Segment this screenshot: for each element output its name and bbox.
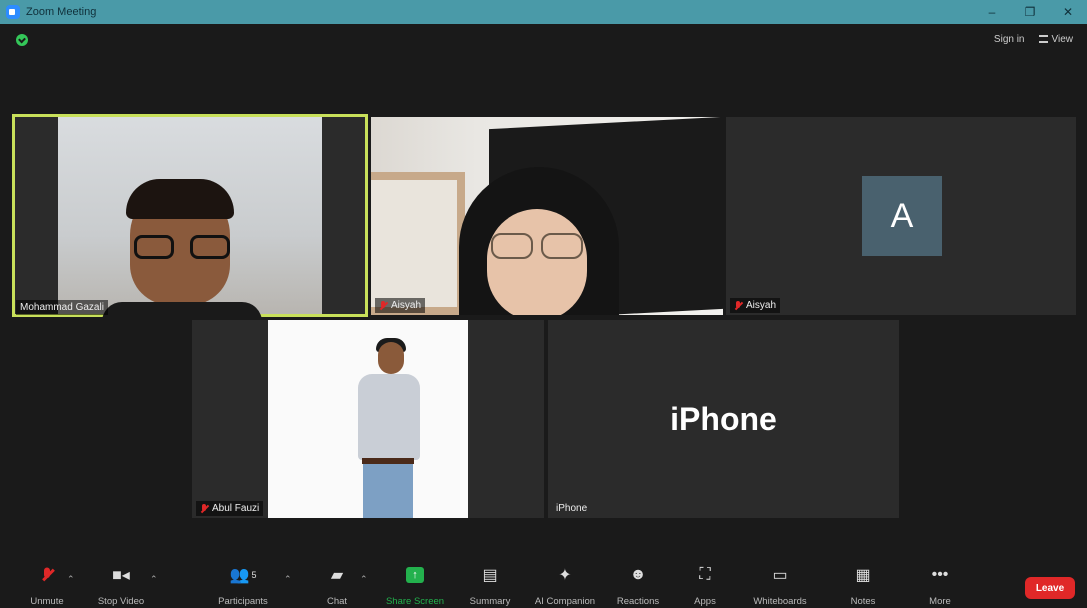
participant-name: Abul Fauzi: [212, 503, 260, 514]
video-tile-iphone[interactable]: iPhone iPhone: [548, 320, 899, 518]
participants-icon: 👥 5: [229, 567, 257, 584]
chat-bubble-icon: ▰: [330, 567, 344, 584]
sparkle-icon: ✦: [558, 567, 572, 584]
share-screen-label: Share Screen: [385, 596, 445, 607]
restore-button[interactable]: ❐: [1011, 0, 1049, 24]
chat-label: Chat: [326, 596, 348, 607]
meeting-toolbar: Unmute ⌃ ■◂ Stop Video ⌃ 👥 5 Participants…: [0, 560, 1087, 608]
share-screen-icon: ↑: [406, 567, 424, 583]
whiteboards-button[interactable]: ▭ Whiteboards: [745, 564, 815, 607]
encryption-shield-icon[interactable]: [16, 34, 28, 46]
stop-video-label: Stop Video: [97, 596, 145, 607]
sign-in-button[interactable]: Sign in: [994, 34, 1025, 45]
reactions-label: Reactions: [616, 596, 660, 607]
participant-name-tag: Aisyah: [730, 298, 781, 313]
view-label: View: [1051, 34, 1074, 45]
participants-label: Participants: [218, 596, 268, 607]
video-options-chevron-icon[interactable]: ⌃: [150, 574, 158, 585]
video-tile-abul-fauzi[interactable]: Abul Fauzi: [192, 320, 544, 518]
summary-icon: ▤: [482, 567, 498, 584]
mic-muted-icon: [734, 300, 742, 311]
grid-view-icon: [1038, 35, 1048, 44]
more-label: More: [929, 596, 951, 607]
title-bar: Zoom Meeting – ❐ ✕: [0, 0, 1087, 24]
participant-name-tag: Aisyah: [375, 298, 426, 313]
close-button[interactable]: ✕: [1049, 0, 1087, 24]
mic-muted-icon: [379, 300, 387, 311]
participant-name-tag: Mohammad Gazali: [16, 300, 108, 315]
participant-video: [268, 320, 468, 518]
video-tile-aisyah[interactable]: Aisyah: [371, 117, 723, 315]
participant-name: iPhone: [556, 503, 588, 514]
unmute-button[interactable]: Unmute: [12, 564, 82, 607]
summary-button[interactable]: ▤ Summary: [455, 564, 525, 607]
avatar: A: [862, 176, 942, 256]
participant-name: Aisyah: [391, 300, 422, 311]
apps-button[interactable]: ⛶ Apps: [670, 564, 740, 607]
participant-name-tag: Abul Fauzi: [196, 501, 264, 516]
video-camera-icon: ■◂: [112, 567, 130, 584]
whiteboard-icon: ▭: [772, 567, 788, 584]
participant-video: [58, 117, 322, 317]
notes-label: Notes: [850, 596, 876, 607]
smiley-icon: ☻: [629, 566, 647, 583]
ai-companion-button[interactable]: ✦ AI Companion: [530, 564, 600, 607]
share-screen-button[interactable]: ↑ Share Screen: [380, 564, 450, 607]
stop-video-button[interactable]: ■◂ Stop Video: [86, 564, 156, 607]
more-button[interactable]: ••• More: [905, 564, 975, 607]
notes-button[interactable]: ▦ Notes: [828, 564, 898, 607]
apps-label: Apps: [694, 596, 716, 607]
chat-options-chevron-icon[interactable]: ⌃: [360, 574, 368, 585]
participant-name-tag: iPhone: [552, 501, 591, 516]
participant-display-name: iPhone: [670, 400, 777, 437]
video-tile-mohammad-gazali[interactable]: Mohammad Gazali: [12, 114, 368, 317]
mic-muted-icon: [200, 503, 208, 514]
participant-name: Mohammad Gazali: [20, 302, 104, 313]
window-controls: – ❐ ✕: [973, 0, 1087, 24]
audio-options-chevron-icon[interactable]: ⌃: [67, 574, 75, 585]
summary-label: Summary: [469, 596, 511, 607]
participant-name: Aisyah: [746, 300, 777, 311]
participants-count: 5: [251, 570, 257, 580]
notes-icon: ▦: [855, 567, 871, 584]
zoom-app-icon: [6, 5, 20, 19]
window-title: Zoom Meeting: [26, 6, 97, 18]
whiteboards-label: Whiteboards: [753, 596, 807, 607]
chat-button[interactable]: ▰ Chat: [302, 564, 372, 607]
leave-button[interactable]: Leave: [1025, 577, 1075, 599]
video-tile-aisyah-avatar[interactable]: A Aisyah: [726, 117, 1076, 315]
mic-muted-icon: [43, 564, 51, 586]
unmute-label: Unmute: [30, 596, 64, 607]
view-button[interactable]: View: [1038, 34, 1074, 45]
top-right-controls: Sign in View: [994, 34, 1073, 45]
reactions-button[interactable]: ☻ Reactions: [603, 564, 673, 607]
participants-options-chevron-icon[interactable]: ⌃: [284, 574, 292, 585]
ai-companion-label: AI Companion: [534, 596, 596, 607]
participants-button[interactable]: 👥 5 Participants: [208, 564, 278, 607]
apps-icon: ⛶: [699, 566, 711, 583]
more-dots-icon: •••: [931, 566, 949, 583]
minimize-button[interactable]: –: [973, 0, 1011, 24]
